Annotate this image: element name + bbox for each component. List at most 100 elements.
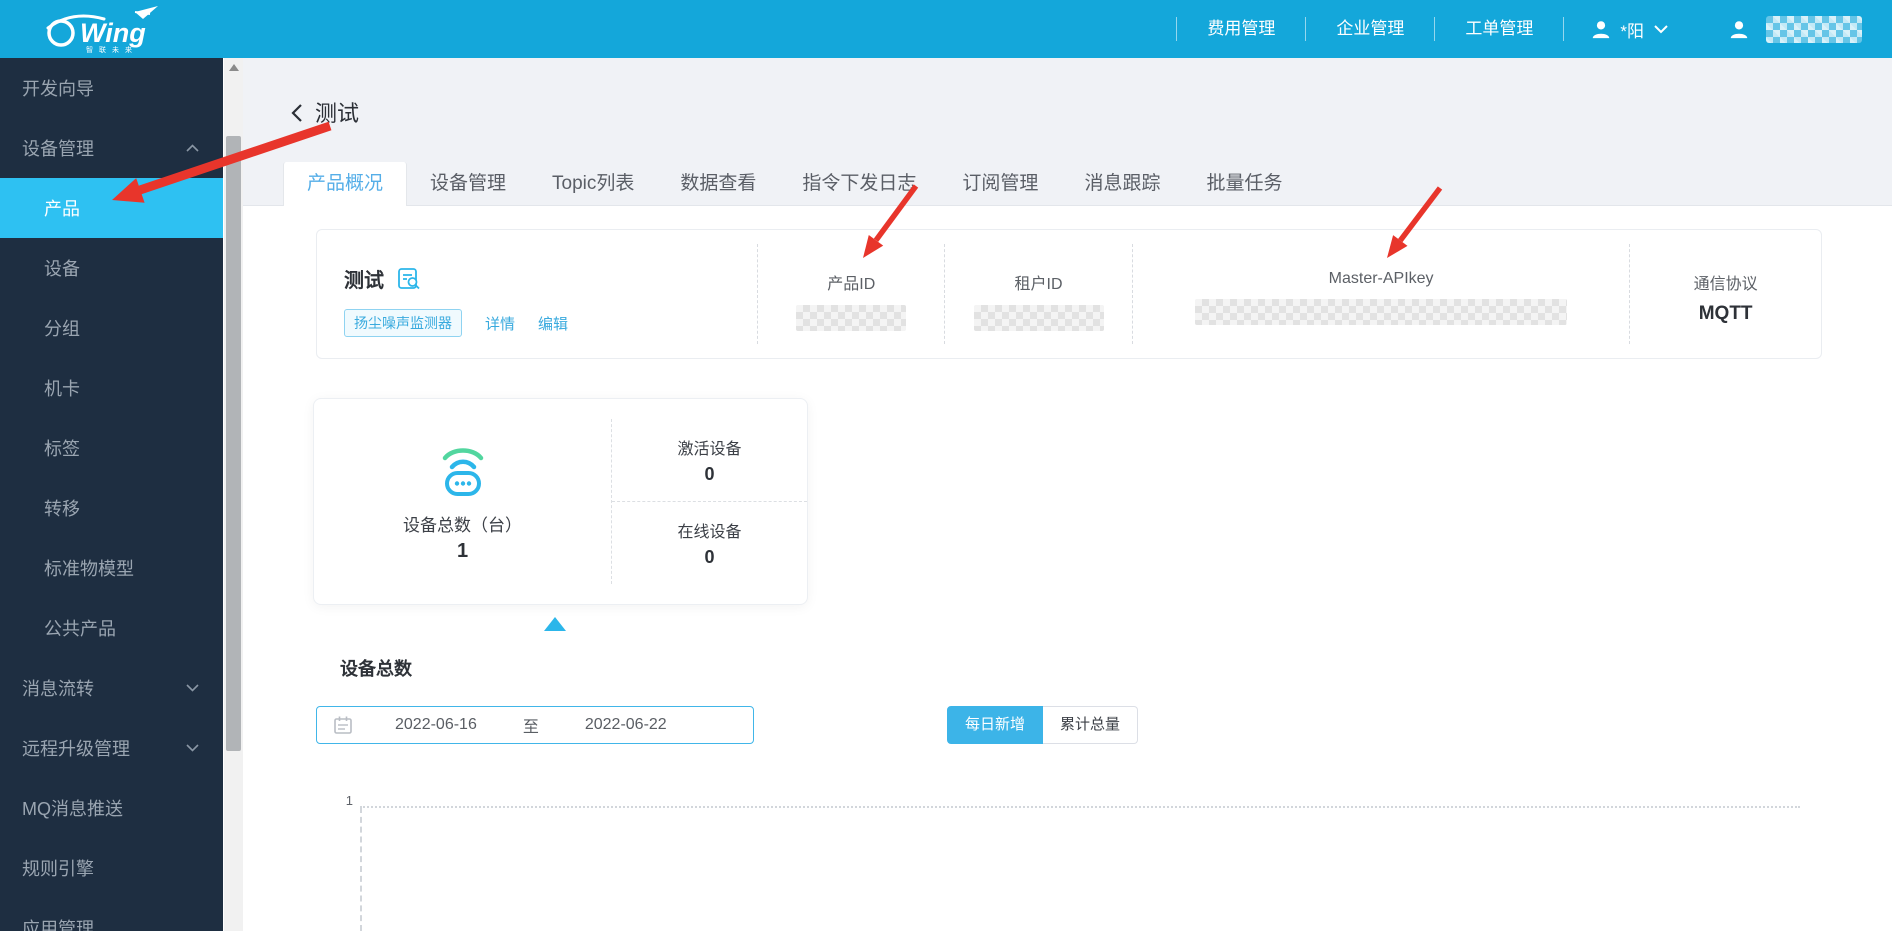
sidebar-item-label: 标签 <box>44 439 80 459</box>
date-to-input[interactable]: 2022-06-22 <box>585 716 667 734</box>
online-devices-block: 在线设备 0 <box>612 502 807 584</box>
activated-devices-block: 激活设备 0 <box>612 419 807 502</box>
sidebar-item-device[interactable]: 设备 <box>0 238 223 298</box>
protocol-value: MQTT <box>1698 303 1753 324</box>
sidebar-item-sim[interactable]: 机卡 <box>0 358 223 418</box>
calendar-icon <box>334 716 352 734</box>
device-total-label: 设备总数（台） <box>403 515 522 535</box>
chevron-up-icon <box>186 144 199 152</box>
sidebar-item-product[interactable]: 产品 <box>0 178 223 238</box>
scrollbar-thumb[interactable] <box>226 136 241 751</box>
header-nav: 费用管理 企业管理 工单管理 *阳 <box>1176 0 1870 58</box>
tab-device-mgmt[interactable]: 设备管理 <box>407 162 529 206</box>
device-router-icon <box>442 447 483 496</box>
doc-search-icon[interactable] <box>397 267 422 291</box>
sidebar-item-label: 设备管理 <box>22 139 94 159</box>
sidebar-item-standard-model[interactable]: 标准物模型 <box>0 538 223 598</box>
activated-devices-label: 激活设备 <box>677 441 742 458</box>
sidebar-item-app-mgmt[interactable]: 应用管理 <box>0 898 223 931</box>
tenant-id-value-redacted <box>973 305 1104 331</box>
sidebar-item-label: 产品 <box>44 199 80 219</box>
tab-subscription[interactable]: 订阅管理 <box>939 162 1061 206</box>
tab-topic-list[interactable]: Topic列表 <box>529 162 657 206</box>
product-id-column: 产品ID <box>757 244 944 344</box>
sidebar-item-transfer[interactable]: 转移 <box>0 478 223 538</box>
user-icon <box>1730 21 1748 39</box>
secondary-user-menu[interactable] <box>1702 15 1870 43</box>
chevron-down-icon <box>186 744 199 752</box>
app-header: Wing 智联未来 费用管理 企业管理 工单管理 *阳 <box>0 0 1892 58</box>
sidebar-item-label: MQ消息推送 <box>22 799 123 819</box>
online-devices-label: 在线设备 <box>677 524 742 541</box>
protocol-label: 通信协议 <box>1693 276 1758 293</box>
detail-link[interactable]: 详情 <box>485 313 515 334</box>
product-category-tag: 扬尘噪声监测器 <box>344 309 462 337</box>
date-range-separator: 至 <box>522 719 539 736</box>
sidebar-scrollbar[interactable] <box>224 58 243 931</box>
sidebar-item-tag[interactable]: 标签 <box>0 418 223 478</box>
device-substats: 激活设备 0 在线设备 0 <box>611 419 807 584</box>
user-name: *阳 <box>1620 21 1644 41</box>
product-name: 测试 <box>344 270 384 292</box>
product-id-value-redacted <box>796 305 907 331</box>
tab-command-log[interactable]: 指令下发日志 <box>779 162 939 206</box>
online-devices-value: 0 <box>704 547 715 567</box>
date-range-picker[interactable]: 2022-06-16 至 2022-06-22 <box>316 706 754 744</box>
chevron-down-icon <box>1654 24 1668 33</box>
sidebar-item-remote-upgrade[interactable]: 远程升级管理 <box>0 718 223 778</box>
product-id-label: 产品ID <box>827 276 876 293</box>
brand-text: Wing <box>80 18 146 48</box>
tab-content: 测试 扬尘噪声监测器 详情 编辑 产品ID 租户ID Master-APIkey… <box>243 206 1892 931</box>
sidebar-item-message-flow[interactable]: 消息流转 <box>0 658 223 718</box>
sidebar-item-dev-wizard[interactable]: 开发向导 <box>0 58 223 118</box>
redacted-user-name <box>1766 15 1862 43</box>
sidebar-item-mq-push[interactable]: MQ消息推送 <box>0 778 223 838</box>
date-from-input[interactable]: 2022-06-16 <box>395 716 477 734</box>
card-pointer-triangle <box>544 617 566 631</box>
tab-batch-task[interactable]: 批量任务 <box>1183 162 1305 206</box>
page-header-zone: 测试 产品概况 设备管理 Topic列表 数据查看 指令下发日志 订阅管理 消息… <box>243 58 1892 206</box>
scrollbar-up-button[interactable] <box>224 58 243 78</box>
back-button[interactable] <box>287 102 309 124</box>
device-stats-card: 设备总数（台） 1 激活设备 0 在线设备 0 <box>313 398 808 605</box>
edit-link[interactable]: 编辑 <box>538 313 568 334</box>
chart-gridline-horizontal <box>360 806 1800 808</box>
tenant-id-label: 租户ID <box>1014 276 1063 293</box>
chart-mode-toggle: 每日新增 累计总量 <box>947 706 1139 744</box>
sidebar-item-label: 标准物模型 <box>44 559 134 579</box>
sidebar-item-label: 转移 <box>44 499 80 519</box>
tab-data-view[interactable]: 数据查看 <box>657 162 779 206</box>
sidebar-item-device-mgmt[interactable]: 设备管理 <box>0 118 223 178</box>
page-title: 测试 <box>315 101 360 126</box>
tab-product-overview[interactable]: 产品概况 <box>283 162 408 206</box>
tab-bar: 产品概况 设备管理 Topic列表 数据查看 指令下发日志 订阅管理 消息跟踪 … <box>283 162 1305 206</box>
chart-axis-vertical <box>360 807 362 931</box>
sidebar-item-label: 远程升级管理 <box>22 739 130 759</box>
user-menu[interactable]: *阳 <box>1564 17 1702 42</box>
chart-y-tick: 1 <box>345 793 353 808</box>
daily-new-button[interactable]: 每日新增 <box>947 706 1044 744</box>
sidebar-item-group[interactable]: 分组 <box>0 298 223 358</box>
section-title-device-total: 设备总数 <box>340 659 412 679</box>
master-apikey-label: Master-APIkey <box>1328 270 1434 287</box>
device-total-value: 1 <box>456 539 469 562</box>
sidebar-item-public-product[interactable]: 公共产品 <box>0 598 223 658</box>
svg-text:智联未来: 智联未来 <box>86 45 138 54</box>
nav-item-workorder[interactable]: 工单管理 <box>1435 0 1563 58</box>
tab-message-trace[interactable]: 消息跟踪 <box>1061 162 1183 206</box>
protocol-column: 通信协议 MQTT <box>1629 244 1821 344</box>
tenant-id-column: 租户ID <box>944 244 1132 344</box>
sidebar-item-rule-engine[interactable]: 规则引擎 <box>0 838 223 898</box>
nav-item-billing[interactable]: 费用管理 <box>1177 0 1305 58</box>
user-icon <box>1593 21 1610 39</box>
cumulative-total-button[interactable]: 累计总量 <box>1043 706 1139 744</box>
product-summary-column: 测试 扬尘噪声监测器 详情 编辑 <box>317 230 757 358</box>
nav-item-enterprise[interactable]: 企业管理 <box>1306 0 1434 58</box>
sidebar-item-label: 分组 <box>44 319 80 339</box>
chevron-left-icon <box>291 104 302 122</box>
sidebar-item-label: 机卡 <box>44 379 80 399</box>
logo[interactable]: Wing 智联未来 <box>38 4 208 59</box>
sidebar-item-label: 开发向导 <box>22 79 94 99</box>
sidebar-item-label: 公共产品 <box>44 619 116 639</box>
sidebar-item-label: 规则引擎 <box>22 859 94 879</box>
